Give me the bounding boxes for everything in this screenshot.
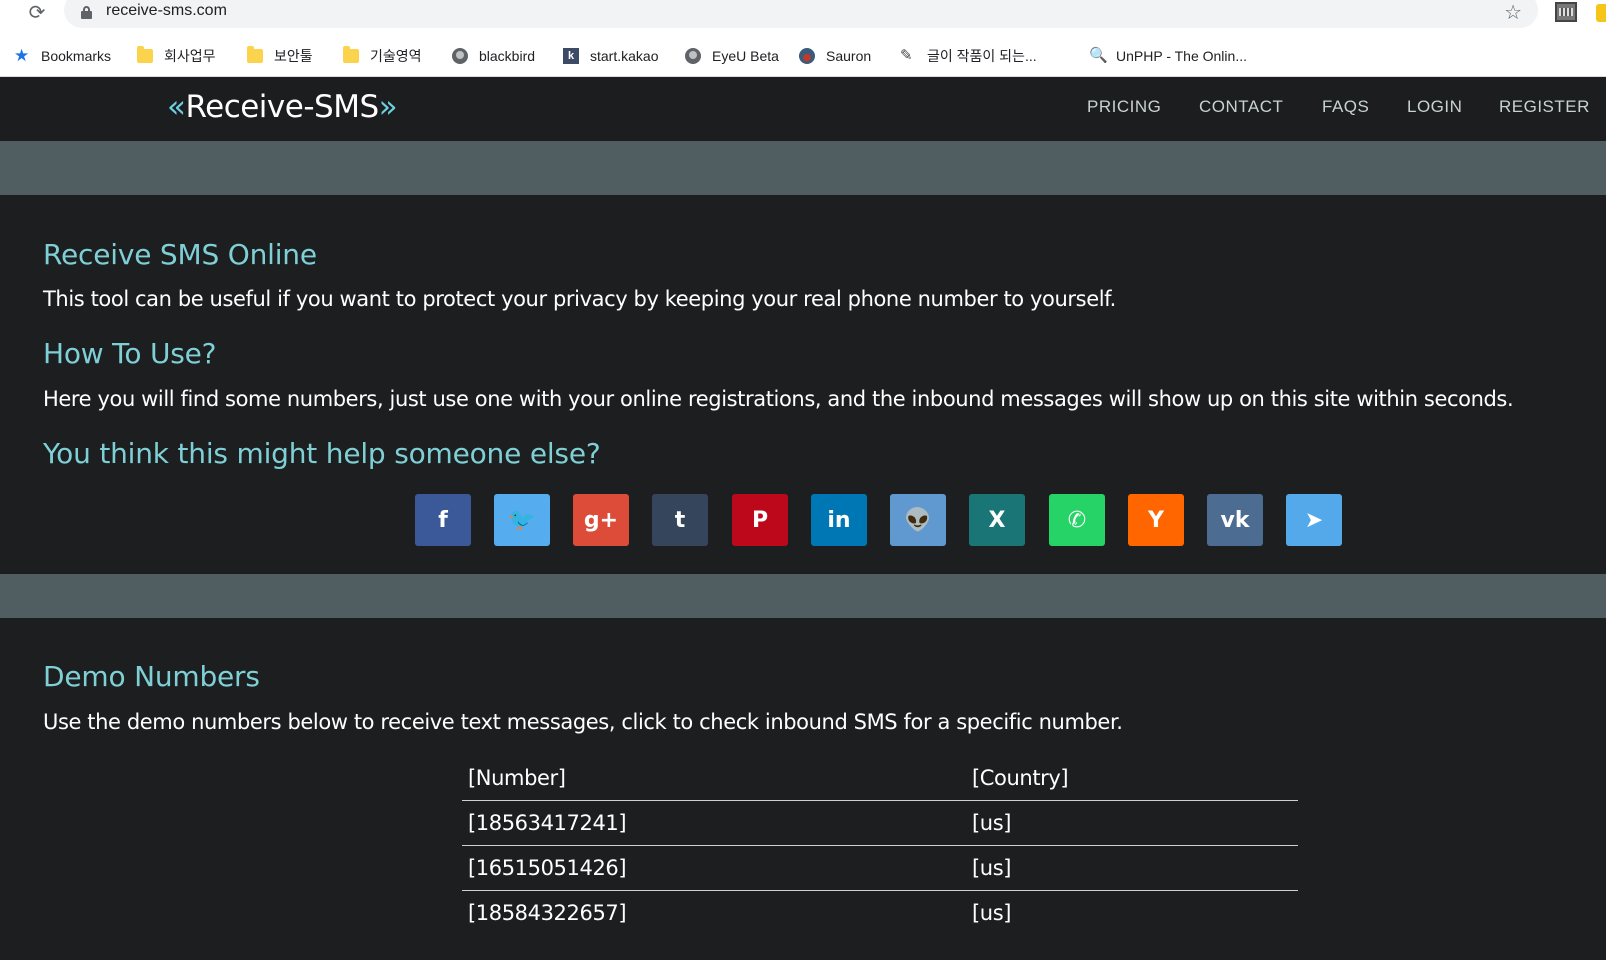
share-tumblr-button[interactable]: t [652,494,708,546]
nav-contact[interactable]: CONTACT [1199,97,1283,117]
bookmark-folder[interactable]: 보안툴 [247,45,313,67]
bookmark-label: Sauron [826,48,872,64]
demo-heading: Demo Numbers [43,660,260,693]
table-row[interactable]: [18584322657] [us] [462,890,1298,935]
vk-icon: vk [1220,507,1250,533]
bookmark-item[interactable]: Sauron [799,45,871,67]
bookmark-label: start.kakao [590,48,659,64]
nav-register[interactable]: REGISTER [1499,97,1590,117]
share-google-plus-button[interactable]: g+ [573,494,629,546]
howto-text: Here you will find some numbers, just us… [43,387,1514,411]
bookmark-item[interactable]: ★ Bookmarks [14,45,111,67]
main-nav: PRICING CONTACT FAQS LOGIN REGISTER [0,97,1606,121]
share-reddit-button[interactable]: 👽 [890,494,946,546]
address-bar[interactable]: receive-sms.com ☆ [64,0,1538,28]
share-twitter-button[interactable]: 🐦 [494,494,550,546]
linkedin-icon: in [827,507,851,533]
pen-icon: ✎ [900,47,913,64]
column-header-number: [Number] [462,756,966,801]
pinterest-icon: P [751,507,769,533]
share-heading: You think this might help someone else? [43,437,601,470]
howto-heading: How To Use? [43,337,217,370]
folder-icon [247,46,263,63]
table-row[interactable]: [18563417241] [us] [462,800,1298,846]
bookmark-item[interactable]: blackbird [452,45,535,67]
bookmark-item[interactable]: EyeU Beta [685,45,779,67]
bookmark-label: 기술영역 [370,48,422,64]
bookmark-label: UnPHP - The Onlin... [1116,48,1247,64]
share-hacker-news-button[interactable]: Y [1128,494,1184,546]
bookmark-label: Bookmarks [41,48,112,64]
bookmark-item[interactable]: 🔍 UnPHP - The Onlin... [1089,45,1247,67]
browser-toolbar: › ⟳ receive-sms.com ☆ [0,0,1606,37]
share-pinterest-button[interactable]: P [732,494,788,546]
share-xing-button[interactable]: X [969,494,1025,546]
folder-icon [137,46,153,63]
intro-text: This tool can be useful if you want to p… [43,287,1116,311]
share-linkedin-button[interactable]: in [811,494,867,546]
facebook-icon: f [438,507,448,533]
phone-number[interactable]: [18584322657] [462,890,966,935]
globe-icon [452,48,468,64]
nav-login[interactable]: LOGIN [1407,97,1462,117]
url-text[interactable]: receive-sms.com [106,2,227,20]
bookmark-label: EyeU Beta [712,48,779,64]
globe-icon [685,48,701,64]
bookmark-label: 보안툴 [274,48,313,64]
lock-icon [81,6,92,19]
phone-number[interactable]: [18563417241] [462,800,966,846]
bookmark-label: blackbird [479,48,536,64]
share-facebook-button[interactable]: f [415,494,471,546]
bookmark-folder[interactable]: 회사업무 [137,45,216,67]
divider-band [0,574,1606,618]
tumblr-icon: t [674,507,686,533]
share-vk-button[interactable]: vk [1207,494,1263,546]
reload-icon[interactable]: ⟳ [26,0,48,24]
sauron-icon [799,48,815,64]
divider-band [0,141,1606,195]
bookmark-folder[interactable]: 기술영역 [343,45,422,67]
share-whatsapp-button[interactable]: ✆ [1049,494,1105,546]
bookmark-item[interactable]: ✎ 글이 작품이 되는... [900,45,1037,67]
column-header-country: [Country] [966,756,1298,801]
google-plus-icon: g+ [583,507,619,533]
extension-icon[interactable] [1555,2,1577,22]
star-icon: ★ [14,46,30,65]
search-icon: 🔍 [1089,47,1108,64]
bookmarks-bar: ★ Bookmarks 회사업무 보안툴 기술영역 blackbird k st… [0,37,1606,77]
nav-faqs[interactable]: FAQS [1322,97,1369,117]
phone-number[interactable]: [16515051426] [462,845,966,891]
country-code: [us] [966,845,1298,891]
table-row[interactable]: [16515051426] [us] [462,845,1298,891]
table-header-row: [Number] [Country] [462,756,1298,801]
bookmark-label: 글이 작품이 되는... [927,48,1037,64]
site-header: «Receive-SMS» PRICING CONTACT FAQS LOGIN… [0,77,1606,141]
bookmark-star-icon[interactable]: ☆ [1504,0,1522,24]
bookmark-label: 회사업무 [164,48,216,64]
bookmark-item[interactable]: k start.kakao [563,45,658,67]
telegram-icon: ➤ [1304,507,1324,533]
demo-numbers-table: [Number] [Country] [18563417241] [us] [1… [462,756,1298,935]
country-code: [us] [972,900,1012,925]
intro-heading: Receive SMS Online [43,238,317,271]
nav-pricing[interactable]: PRICING [1087,97,1161,117]
xing-icon: X [988,507,1006,533]
twitter-icon: 🐦 [508,507,536,533]
demo-text: Use the demo numbers below to receive te… [43,710,1123,734]
country-code: [us] [966,800,1298,846]
hacker-news-icon: Y [1148,507,1164,533]
folder-icon [343,46,359,63]
share-telegram-button[interactable]: ➤ [1286,494,1342,546]
whatsapp-icon: ✆ [1067,507,1087,533]
extension-icon-2[interactable] [1596,4,1606,22]
kakao-icon: k [563,48,579,64]
reddit-icon: 👽 [904,507,932,533]
